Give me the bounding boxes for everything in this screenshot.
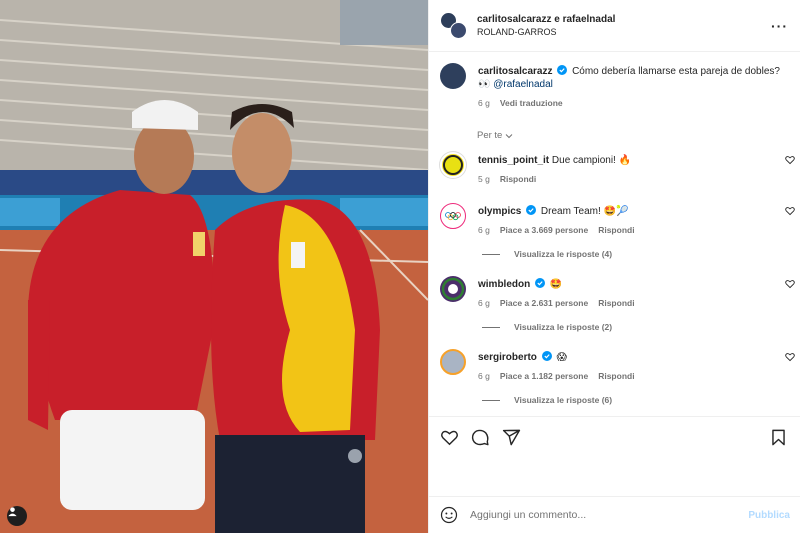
replies-divider xyxy=(482,326,500,328)
comment-item: tennis_point_it Due campioni! 🔥 5 g Risp… xyxy=(429,151,800,186)
tennis-ball-logo xyxy=(443,155,463,175)
comment-meta: 5 g Rispondi xyxy=(478,173,788,186)
user-tag-icon xyxy=(8,507,17,517)
comment-username[interactable]: sergiroberto xyxy=(478,352,537,363)
caption-mention[interactable]: @rafaelnadal xyxy=(493,79,553,90)
heart-icon[interactable] xyxy=(440,428,459,447)
caption-username[interactable]: carlitosalcarazz xyxy=(478,66,553,77)
comment-meta: 6 g Piace a 1.182 persone Rispondi xyxy=(478,370,788,383)
emoji-icon[interactable] xyxy=(440,506,458,524)
view-replies-label: Visualizza le risposte (2) xyxy=(514,322,613,332)
comment-likes[interactable]: Piace a 1.182 persone xyxy=(500,370,588,383)
post-actions xyxy=(429,416,800,496)
comment-time[interactable]: 6 g xyxy=(478,370,490,383)
heart-icon[interactable] xyxy=(785,352,795,362)
chevron-down-icon xyxy=(506,133,513,138)
post-caption: carlitosalcarazz Cómo debería llamarse e… xyxy=(429,62,800,110)
reply-button[interactable]: Rispondi xyxy=(598,297,634,310)
comment-body: wimbledon 🤩 6 g Piace a 2.631 persone Ri… xyxy=(478,275,788,310)
photo-illustration xyxy=(0,0,428,533)
more-options-button[interactable]: ··· xyxy=(771,18,788,34)
authors-avatar[interactable] xyxy=(440,12,467,39)
post-header-text: carlitosalcarazz e rafaelnadal ROLAND-GA… xyxy=(477,13,771,39)
reply-button[interactable]: Rispondi xyxy=(598,370,634,383)
comment-body: sergiroberto 😱 6 g Piace a 1.182 persone… xyxy=(478,348,788,383)
comment-meta: 6 g Piace a 2.631 persone Rispondi xyxy=(478,297,788,310)
comment-text: 😱 xyxy=(556,352,567,363)
avatar[interactable] xyxy=(440,63,466,89)
reply-button[interactable]: Rispondi xyxy=(598,224,634,237)
avatar xyxy=(450,22,467,39)
heart-icon[interactable] xyxy=(785,155,795,165)
post-location[interactable]: ROLAND-GARROS xyxy=(477,26,771,39)
comment-likes[interactable]: Piace a 3.669 persone xyxy=(500,224,588,237)
comment-body: tennis_point_it Due campioni! 🔥 5 g Risp… xyxy=(478,151,788,186)
caption-body: carlitosalcarazz Cómo debería llamarse e… xyxy=(478,62,788,110)
post-photo[interactable] xyxy=(0,0,428,533)
view-replies-button[interactable]: Visualizza le risposte (2) xyxy=(482,322,800,332)
verified-icon xyxy=(541,351,552,361)
reply-button[interactable]: Rispondi xyxy=(500,173,536,186)
comment-input[interactable] xyxy=(470,509,749,521)
comment-text: Dream Team! 🤩🎾 xyxy=(540,206,629,217)
comment-sort-toggle[interactable]: Per te xyxy=(477,130,800,141)
user-tag-button[interactable] xyxy=(7,506,27,526)
heart-icon[interactable] xyxy=(785,279,795,289)
olympic-rings-logo xyxy=(445,212,461,221)
action-icons xyxy=(440,428,788,447)
comment-body: olympics Dream Team! 🤩🎾 6 g Piace a 3.66… xyxy=(478,202,788,237)
replies-divider xyxy=(482,253,500,255)
comment-username[interactable]: tennis_point_it xyxy=(478,155,549,166)
comment-item: wimbledon 🤩 6 g Piace a 2.631 persone Ri… xyxy=(429,275,800,310)
avatar[interactable] xyxy=(440,276,466,302)
post-header: carlitosalcarazz e rafaelnadal ROLAND-GA… xyxy=(429,0,800,52)
verified-icon xyxy=(557,65,568,75)
add-comment-bar: Pubblica xyxy=(429,496,800,533)
avatar[interactable] xyxy=(440,349,466,375)
comment-item: sergiroberto 😱 6 g Piace a 1.182 persone… xyxy=(429,348,800,383)
view-replies-label: Visualizza le risposte (4) xyxy=(514,249,613,259)
comment-text: 🤩 xyxy=(549,279,563,290)
verified-icon xyxy=(535,278,546,288)
view-replies-button[interactable]: Visualizza le risposte (6) xyxy=(482,395,800,405)
comment-time[interactable]: 6 g xyxy=(478,224,490,237)
comment-icon[interactable] xyxy=(471,428,490,447)
wimbledon-logo xyxy=(441,277,465,301)
post-side-panel: carlitosalcarazz e rafaelnadal ROLAND-GA… xyxy=(428,0,800,533)
caption-time[interactable]: 6 g xyxy=(478,97,490,110)
avatar[interactable] xyxy=(440,203,466,229)
view-replies-button[interactable]: Visualizza le risposte (4) xyxy=(482,249,800,259)
share-icon[interactable] xyxy=(502,428,521,447)
comments-list: carlitosalcarazz Cómo debería llamarse e… xyxy=(429,52,800,416)
comment-time[interactable]: 5 g xyxy=(478,173,490,186)
comment-meta: 6 g Piace a 3.669 persone Rispondi xyxy=(478,224,788,237)
sort-label: Per te xyxy=(477,130,503,141)
comment-likes[interactable]: Piace a 2.631 persone xyxy=(500,297,588,310)
post-authors[interactable]: carlitosalcarazz e rafaelnadal xyxy=(477,13,771,26)
comment-item: olympics Dream Team! 🤩🎾 6 g Piace a 3.66… xyxy=(429,202,800,237)
replies-divider xyxy=(482,399,500,401)
caption-meta: 6 g Vedi traduzione xyxy=(478,97,788,110)
comment-text: Due campioni! 🔥 xyxy=(551,155,632,166)
more-icon: ··· xyxy=(771,17,788,34)
view-replies-label: Visualizza le risposte (6) xyxy=(514,395,613,405)
avatar[interactable] xyxy=(440,152,466,178)
comment-username[interactable]: wimbledon xyxy=(478,279,530,290)
instagram-post-modal: carlitosalcarazz e rafaelnadal ROLAND-GA… xyxy=(0,0,800,533)
comment-time[interactable]: 6 g xyxy=(478,297,490,310)
heart-icon[interactable] xyxy=(785,206,795,216)
bookmark-icon[interactable] xyxy=(769,428,788,447)
verified-icon xyxy=(526,205,537,215)
publish-button[interactable]: Pubblica xyxy=(748,510,790,521)
translate-link[interactable]: Vedi traduzione xyxy=(500,97,563,110)
comment-username[interactable]: olympics xyxy=(478,206,521,217)
